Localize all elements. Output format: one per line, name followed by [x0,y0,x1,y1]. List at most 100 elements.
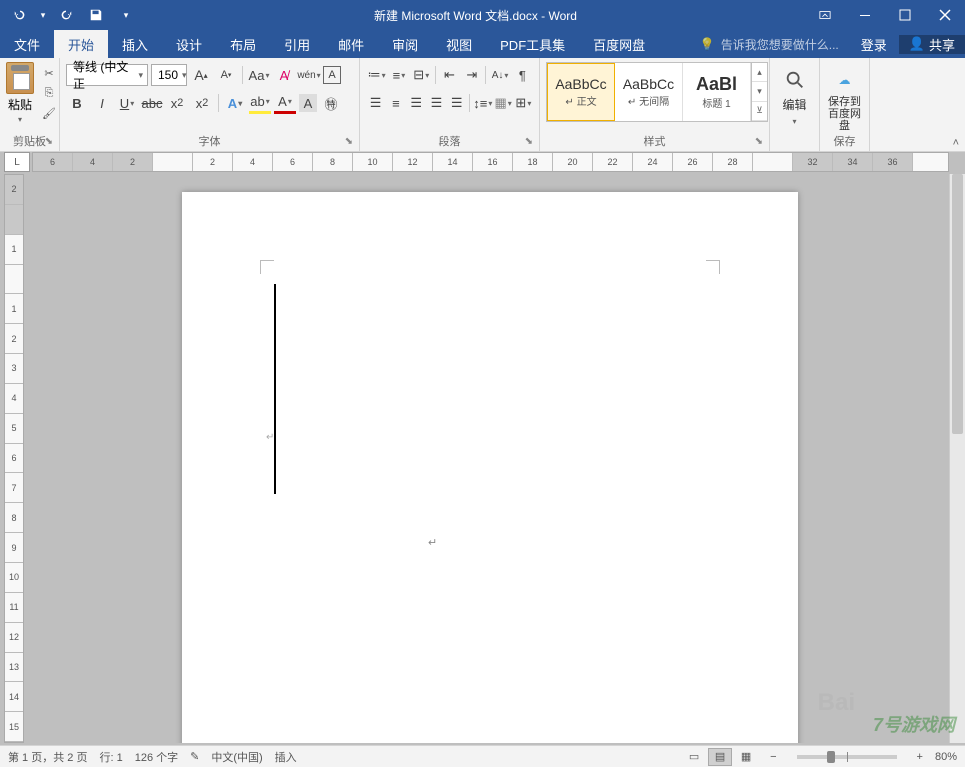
tab-file[interactable]: 文件 [0,30,54,58]
styles-launcher[interactable]: ⬊ [755,136,763,147]
strikethrough-button[interactable]: abc [141,92,163,114]
format-painter-button[interactable]: 🖌 [40,105,58,121]
clear-formatting-button[interactable]: A̸ [273,64,295,86]
status-word-count[interactable]: 126 个字 [135,749,178,765]
tab-layout[interactable]: 布局 [216,30,270,58]
character-shading-button[interactable]: A [299,94,317,112]
justify-button[interactable]: ☰ [427,92,446,114]
paragraph-launcher[interactable]: ⬊ [525,136,533,147]
status-page[interactable]: 第 1 页，共 2 页 [8,749,87,765]
styles-scroll-down[interactable]: ▾ [752,82,767,101]
tab-mailings[interactable]: 邮件 [324,30,378,58]
document-scroll-area[interactable]: ↵ ↵ [32,174,949,743]
status-line[interactable]: 行: 1 [99,749,122,765]
status-language[interactable]: 中文(中国) [211,749,262,765]
styles-scroll-up[interactable]: ▴ [752,63,767,82]
zoom-thumb[interactable] [827,751,835,763]
align-center-button[interactable]: ≡ [386,92,405,114]
font-name-combo[interactable]: 等线 (中文正▾ [66,64,148,86]
enclose-characters-button[interactable]: ㊕ [320,92,342,114]
grow-font-button[interactable]: A▴ [190,64,212,86]
vertical-ruler[interactable]: 21123456789101112131415 [4,174,24,743]
status-mode[interactable]: 插入 [275,749,297,765]
decrease-indent-button[interactable]: ⇤ [439,64,460,86]
copy-button[interactable]: ⎘ [40,85,58,101]
maximize-button[interactable] [885,0,925,30]
bullets-button[interactable]: ≔ [366,64,387,86]
ruler-corner[interactable]: L [4,152,30,172]
borders-button[interactable]: ⊞ [514,92,533,114]
font-color-button[interactable]: A [274,92,296,114]
view-read-mode[interactable]: ▭ [682,748,706,766]
horizontal-ruler[interactable]: 642246810121416182022242628323436 [32,152,949,172]
change-case-button[interactable]: Aa [248,64,270,86]
subscript-button[interactable]: x2 [166,92,188,114]
lightbulb-icon: 💡 [700,37,715,51]
show-marks-button[interactable]: ¶ [512,64,533,86]
tell-me-search[interactable]: 💡 告诉我您想要做什么... [690,36,849,53]
save-to-baidu-button[interactable]: ☁ 保存到百度网盘 [826,62,863,132]
phonetic-guide-button[interactable]: wén [298,64,320,86]
tab-references[interactable]: 引用 [270,30,324,58]
ribbon-options-button[interactable] [805,0,845,30]
underline-button[interactable]: U [116,92,138,114]
tab-design[interactable]: 设计 [162,30,216,58]
clipboard-launcher[interactable]: ⬊ [45,136,53,147]
view-web-layout[interactable]: ▦ [734,748,758,766]
line-spacing-button[interactable]: ↕≡ [473,92,492,114]
zoom-in-button[interactable]: + [917,751,923,763]
font-size-combo[interactable]: 150▾ [151,64,187,86]
scrollbar-thumb[interactable] [952,174,963,434]
italic-button[interactable]: I [91,92,113,114]
qat-customize-button[interactable]: ▾ [112,1,140,29]
cut-button[interactable]: ✂ [40,65,58,81]
paste-button[interactable]: 粘贴 ▾ [6,62,34,124]
login-button[interactable]: 登录 [849,35,899,54]
document-page[interactable]: ↵ ↵ [182,192,798,743]
vertical-line-shape[interactable] [274,284,276,494]
view-print-layout[interactable]: ▤ [708,748,732,766]
chevron-down-icon[interactable]: ▾ [36,1,50,29]
shrink-font-button[interactable]: A▾ [215,64,237,86]
shading-button[interactable]: ▦ [493,92,512,114]
spellcheck-icon[interactable]: ✎ [190,750,199,763]
character-border-button[interactable]: A [323,66,341,84]
superscript-button[interactable]: x2 [191,92,213,114]
document-workspace: L 642246810121416182022242628323436 2112… [0,152,965,745]
group-save-baidu: ☁ 保存到百度网盘 保存 [820,58,870,151]
save-button[interactable] [82,1,110,29]
tab-baidu-netdisk[interactable]: 百度网盘 [579,30,659,58]
zoom-slider[interactable] [797,755,897,759]
tab-view[interactable]: 视图 [432,30,486,58]
undo-button[interactable] [6,1,34,29]
close-button[interactable] [925,0,965,30]
text-effects-button[interactable]: A [224,92,246,114]
zoom-out-button[interactable]: − [770,751,776,763]
align-right-button[interactable]: ☰ [407,92,426,114]
styles-expand[interactable]: ⊻ [752,102,767,121]
tab-pdf-tools[interactable]: PDF工具集 [486,30,579,58]
style-heading-1[interactable]: AaBl 标题 1 [683,63,751,121]
multilevel-list-button[interactable]: ⊟ [411,64,432,86]
style-no-spacing[interactable]: AaBbCc ↵ 无间隔 [615,63,683,121]
redo-button[interactable] [52,1,80,29]
tab-review[interactable]: 审阅 [378,30,432,58]
find-button[interactable]: 编辑 ▾ [776,62,813,126]
minimize-button[interactable] [845,0,885,30]
tab-insert[interactable]: 插入 [108,30,162,58]
collapse-ribbon-button[interactable]: ˄ [953,137,959,149]
font-launcher[interactable]: ⬊ [345,136,353,147]
align-left-button[interactable]: ☰ [366,92,385,114]
bold-button[interactable]: B [66,92,88,114]
tab-home[interactable]: 开始 [54,30,108,58]
share-button[interactable]: 👤 共享 [899,35,965,54]
vertical-scrollbar[interactable] [949,174,965,743]
numbering-button[interactable]: ≡ [388,64,409,86]
increase-indent-button[interactable]: ⇥ [461,64,482,86]
zoom-level[interactable]: 80% [935,751,957,763]
save-group-label: 保存 [834,133,856,149]
sort-button[interactable]: A↓ [489,64,510,86]
style-normal[interactable]: AaBbCc ↵ 正文 [547,63,615,121]
highlight-button[interactable]: ab [249,92,271,114]
distributed-button[interactable]: ☰ [447,92,466,114]
